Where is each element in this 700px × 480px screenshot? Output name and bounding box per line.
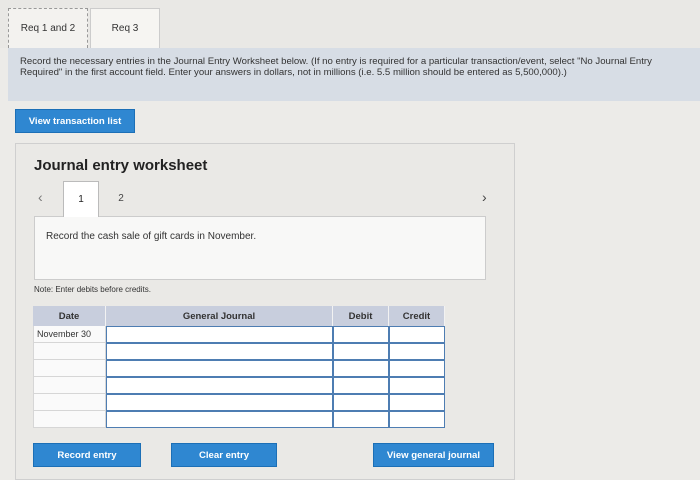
chevron-left-icon[interactable]: ‹ <box>38 189 43 205</box>
account-input[interactable] <box>106 326 333 343</box>
requirement-tabs: Req 1 and 2 Req 3 <box>0 0 700 48</box>
credit-input[interactable] <box>389 360 445 377</box>
column-header-debit: Debit <box>333 306 389 326</box>
column-header-credit: Credit <box>389 306 445 326</box>
instructions-text: Record the necessary entries in the Jour… <box>8 48 700 101</box>
transaction-description-text: Record the cash sale of gift cards in No… <box>46 231 257 242</box>
debit-input[interactable] <box>333 326 389 343</box>
date-cell <box>33 411 106 428</box>
date-cell: November 30 <box>33 326 106 343</box>
date-cell <box>33 343 106 360</box>
credit-input[interactable] <box>389 377 445 394</box>
account-input[interactable] <box>106 360 333 377</box>
worksheet-title: Journal entry worksheet <box>34 157 208 174</box>
account-input[interactable] <box>106 343 333 360</box>
credit-input[interactable] <box>389 411 445 428</box>
transaction-description: Record the cash sale of gift cards in No… <box>34 216 486 280</box>
worksheet-page-2[interactable]: 2 <box>103 181 139 215</box>
credit-input[interactable] <box>389 326 445 343</box>
journal-entry-grid: Date General Journal Debit Credit Novemb… <box>33 306 445 428</box>
table-row <box>33 394 445 411</box>
record-entry-button[interactable]: Record entry <box>33 443 141 467</box>
credit-input[interactable] <box>389 394 445 411</box>
tab-label: Req 1 and 2 <box>20 23 76 34</box>
entry-note: Note: Enter debits before credits. <box>34 285 151 294</box>
table-row <box>33 377 445 394</box>
tab-req-3[interactable]: Req 3 <box>90 8 160 48</box>
tab-label: Req 3 <box>111 23 139 34</box>
column-header-general-journal: General Journal <box>106 306 333 326</box>
account-input[interactable] <box>106 394 333 411</box>
account-input[interactable] <box>106 377 333 394</box>
view-transaction-list-button[interactable]: View transaction list <box>15 109 135 133</box>
view-general-journal-button[interactable]: View general journal <box>373 443 494 467</box>
table-row <box>33 411 445 428</box>
debit-input[interactable] <box>333 394 389 411</box>
tab-req-1-and-2[interactable]: Req 1 and 2 <box>8 8 88 48</box>
chevron-right-icon[interactable]: › <box>482 189 487 205</box>
grid-header: Date General Journal Debit Credit <box>33 306 445 326</box>
credit-input[interactable] <box>389 343 445 360</box>
table-row <box>33 360 445 377</box>
debit-input[interactable] <box>333 411 389 428</box>
account-input[interactable] <box>106 411 333 428</box>
debit-input[interactable] <box>333 360 389 377</box>
date-cell <box>33 377 106 394</box>
worksheet-page-1[interactable]: 1 <box>63 181 99 217</box>
date-cell <box>33 360 106 377</box>
table-row <box>33 343 445 360</box>
debit-input[interactable] <box>333 343 389 360</box>
journal-entry-worksheet: Journal entry worksheet ‹ 1 2 › Record t… <box>15 143 515 480</box>
clear-entry-button[interactable]: Clear entry <box>171 443 277 467</box>
column-header-date: Date <box>33 306 106 326</box>
table-row: November 30 <box>33 326 445 343</box>
debit-input[interactable] <box>333 377 389 394</box>
date-cell <box>33 394 106 411</box>
